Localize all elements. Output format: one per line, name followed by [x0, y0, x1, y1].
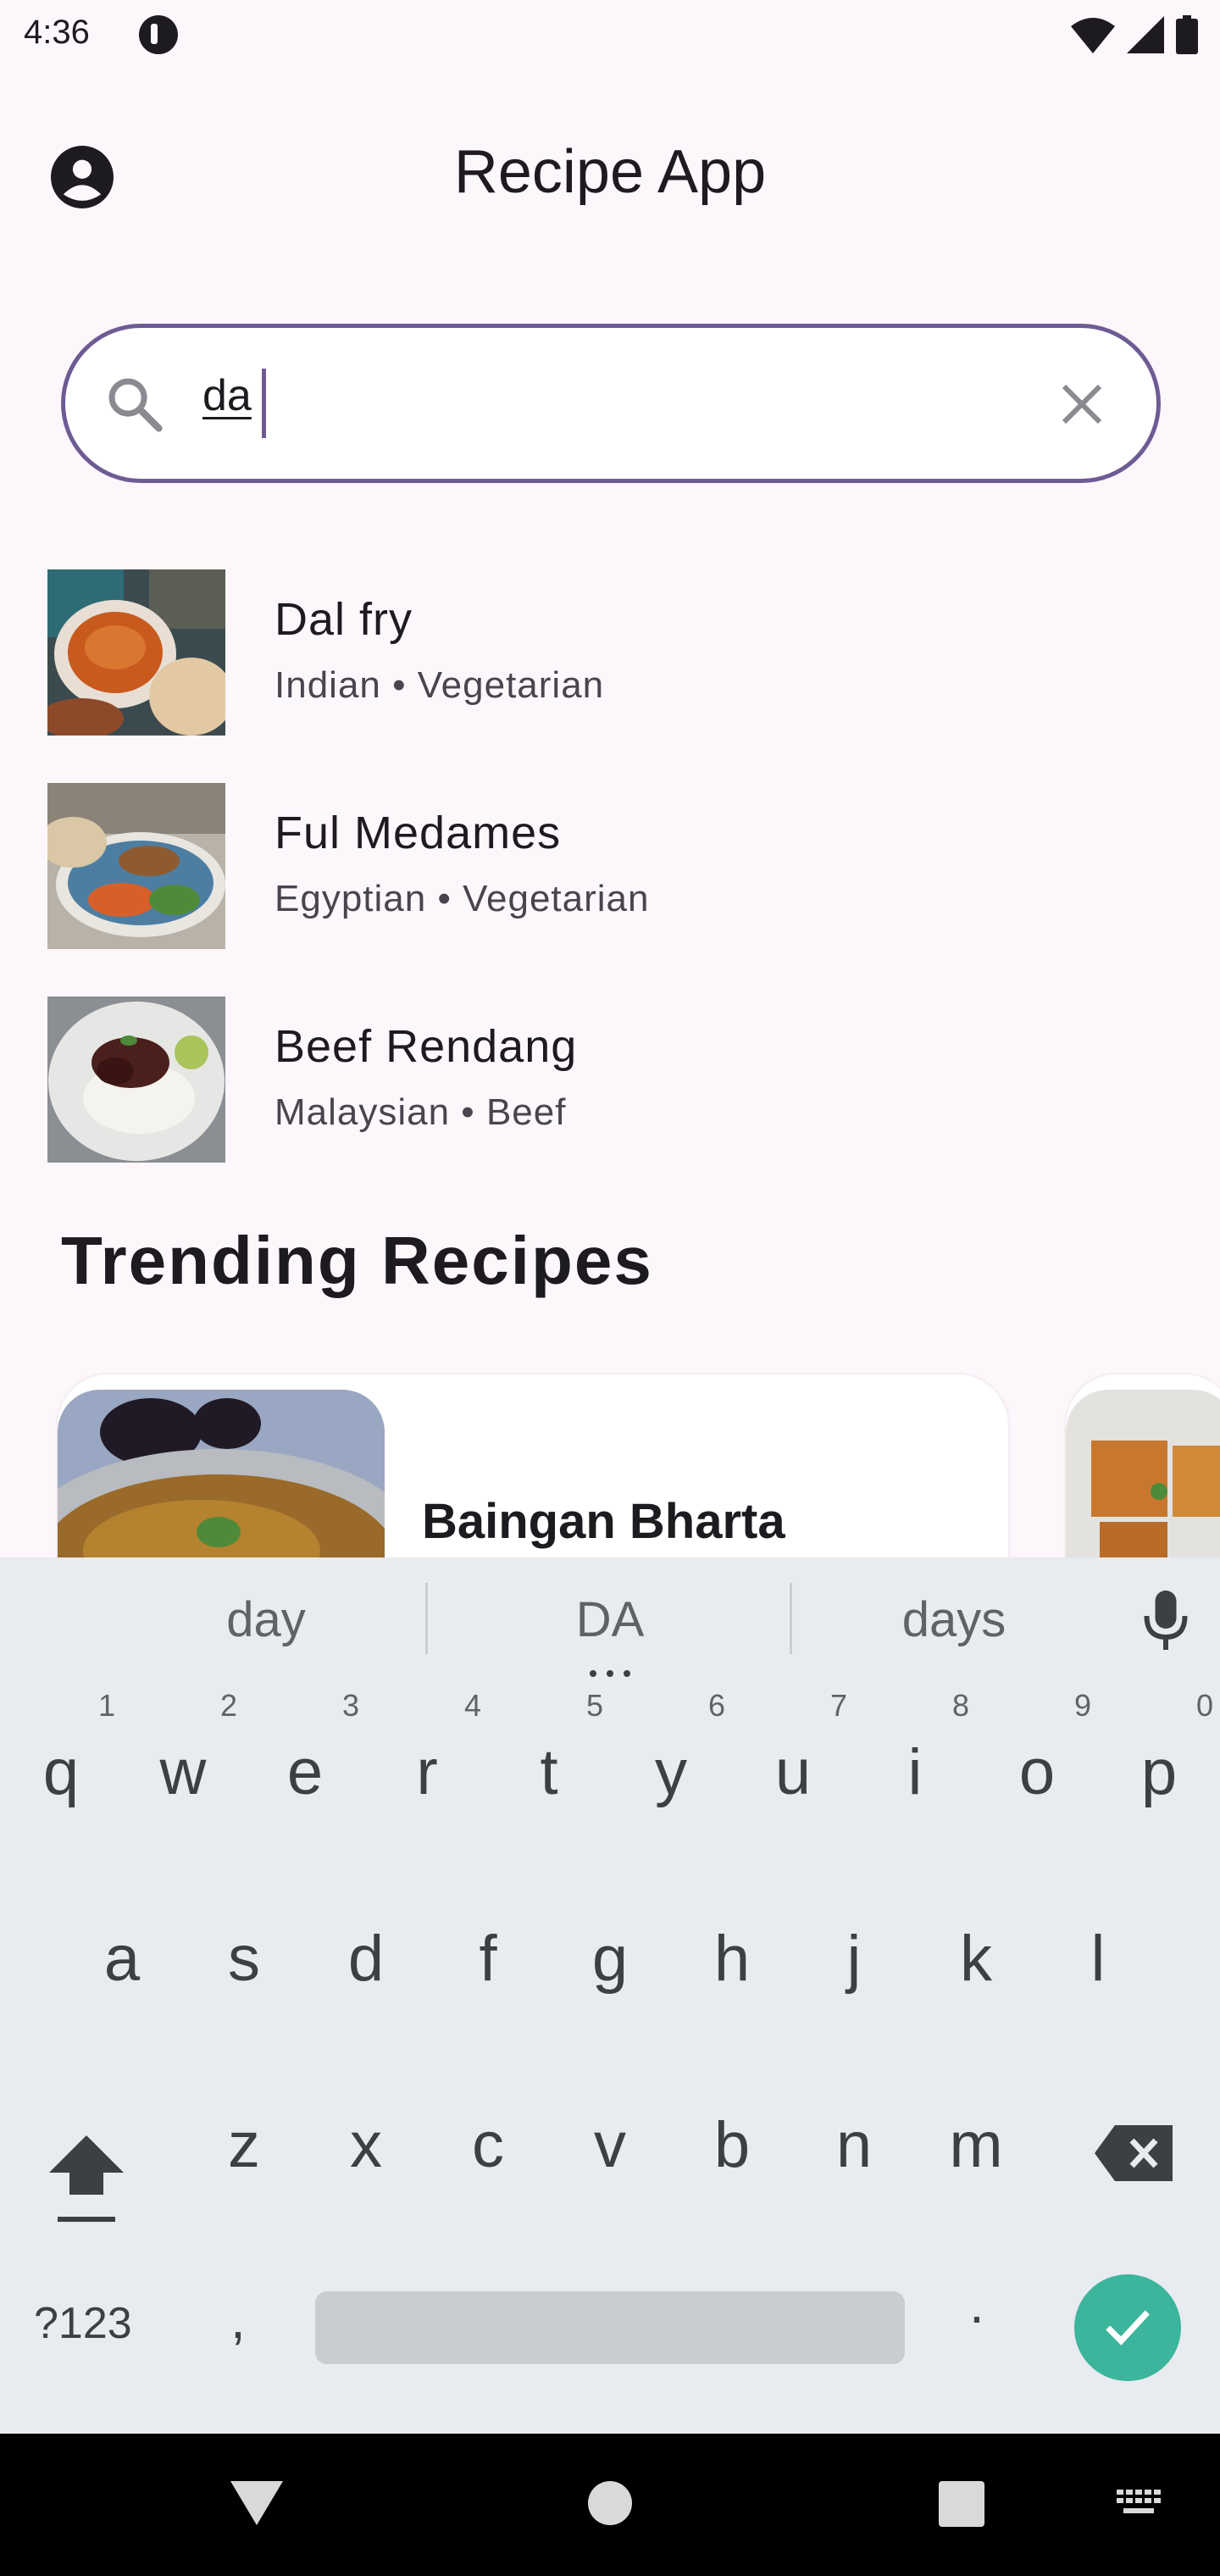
status-bar: 4:36	[0, 0, 1220, 71]
recipe-subtitle: Indian • Vegetarian	[274, 664, 605, 706]
key-w[interactable]: 2w	[122, 1685, 244, 1854]
trending-card-title: Baingan Bharta	[422, 1494, 785, 1549]
recipe-title: Beef Rendang	[274, 1021, 578, 1072]
key-r[interactable]: 4r	[366, 1685, 488, 1854]
enter-key[interactable]	[1074, 2274, 1181, 2381]
key-o[interactable]: 9o	[976, 1685, 1098, 1854]
status-time: 4:36	[24, 14, 90, 51]
comma-key[interactable]: ,	[230, 2288, 246, 2351]
text-cursor	[262, 369, 266, 438]
key-t[interactable]: 5t	[488, 1685, 610, 1854]
app-notification-icon	[139, 15, 178, 54]
suggestion-chip[interactable]: days	[785, 1591, 1123, 1648]
key-v[interactable]: v	[549, 2057, 671, 2227]
key-h[interactable]: h	[671, 1871, 793, 2040]
app-bar: Recipe App	[0, 119, 1220, 229]
shift-key[interactable]	[24, 2057, 149, 2227]
recipe-thumbnail	[47, 569, 225, 736]
wifi-icon	[1071, 18, 1115, 53]
key-b[interactable]: b	[671, 2057, 793, 2227]
recipe-title: Ful Medames	[274, 808, 562, 858]
key-c[interactable]: c	[427, 2057, 549, 2227]
search-icon	[108, 378, 163, 432]
key-i[interactable]: 8i	[854, 1685, 976, 1854]
back-icon[interactable]	[230, 2478, 283, 2525]
trending-card[interactable]: Baingan Bharta	[58, 1374, 1008, 1561]
more-suggestions-icon	[588, 1666, 632, 1677]
key-d[interactable]: d	[305, 1871, 427, 2040]
home-icon[interactable]	[588, 2481, 632, 2525]
recipe-subtitle: Egyptian • Vegetarian	[274, 878, 650, 919]
key-m[interactable]: m	[915, 2057, 1037, 2227]
search-input[interactable]: da	[61, 324, 1161, 483]
search-query-text: da	[202, 371, 252, 420]
trending-card[interactable]	[1066, 1374, 1220, 1561]
recipe-image	[1066, 1390, 1220, 1561]
recipe-image	[58, 1390, 385, 1561]
cell-signal-icon	[1127, 16, 1164, 53]
recipe-thumbnail	[47, 997, 225, 1163]
key-j[interactable]: j	[793, 1871, 915, 2040]
suggestion-chip[interactable]: day	[97, 1591, 435, 1648]
key-f[interactable]: f	[427, 1871, 549, 2040]
shift-icon	[49, 2135, 124, 2222]
key-u[interactable]: 7u	[732, 1685, 854, 1854]
close-icon[interactable]	[1051, 374, 1112, 435]
key-y[interactable]: 6y	[610, 1685, 732, 1854]
microphone-icon[interactable]	[1140, 1586, 1191, 1654]
check-icon	[1106, 2310, 1150, 2346]
period-key[interactable]: .	[969, 2273, 984, 2335]
list-item[interactable]: Beef Rendang Malaysian • Beef	[47, 997, 1166, 1163]
backspace-icon	[1095, 2125, 1173, 2181]
key-n[interactable]: n	[793, 2057, 915, 2227]
key-z[interactable]: z	[183, 2057, 305, 2227]
key-a[interactable]: a	[61, 1871, 183, 2040]
on-screen-keyboard: day DA days 1q 2w 3e 4r 5t 6y 7u 8i 9o 0…	[0, 1557, 1220, 2434]
recipe-thumbnail	[47, 783, 225, 949]
recents-icon[interactable]	[939, 2481, 984, 2527]
spacebar-key[interactable]	[315, 2291, 905, 2364]
list-item[interactable]: Ful Medames Egyptian • Vegetarian	[47, 783, 1166, 949]
recipe-subtitle: Malaysian • Beef	[274, 1091, 567, 1133]
key-p[interactable]: 0p	[1098, 1685, 1220, 1854]
suggestion-chip[interactable]: DA	[441, 1591, 779, 1648]
suggestion-divider	[425, 1583, 428, 1654]
recipe-title: Dal fry	[274, 594, 413, 645]
key-k[interactable]: k	[915, 1871, 1037, 2040]
key-q[interactable]: 1q	[0, 1685, 122, 1854]
suggestion-bar: day DA days	[0, 1557, 1220, 1677]
section-heading-trending: Trending Recipes	[61, 1223, 653, 1298]
backspace-key[interactable]	[1071, 2057, 1196, 2227]
key-e[interactable]: 3e	[244, 1685, 366, 1854]
key-l[interactable]: l	[1037, 1871, 1159, 2040]
key-s[interactable]: s	[183, 1871, 305, 2040]
keyboard-switch-icon[interactable]	[1117, 2490, 1161, 2518]
key-g[interactable]: g	[549, 1871, 671, 2040]
list-item[interactable]: Dal fry Indian • Vegetarian	[47, 569, 1166, 736]
key-x[interactable]: x	[305, 2057, 427, 2227]
status-icons	[1071, 15, 1198, 54]
symbols-key[interactable]: ?123	[34, 2298, 132, 2349]
app-title: Recipe App	[453, 138, 767, 206]
battery-icon	[1176, 15, 1198, 54]
system-nav-bar	[0, 2434, 1220, 2576]
